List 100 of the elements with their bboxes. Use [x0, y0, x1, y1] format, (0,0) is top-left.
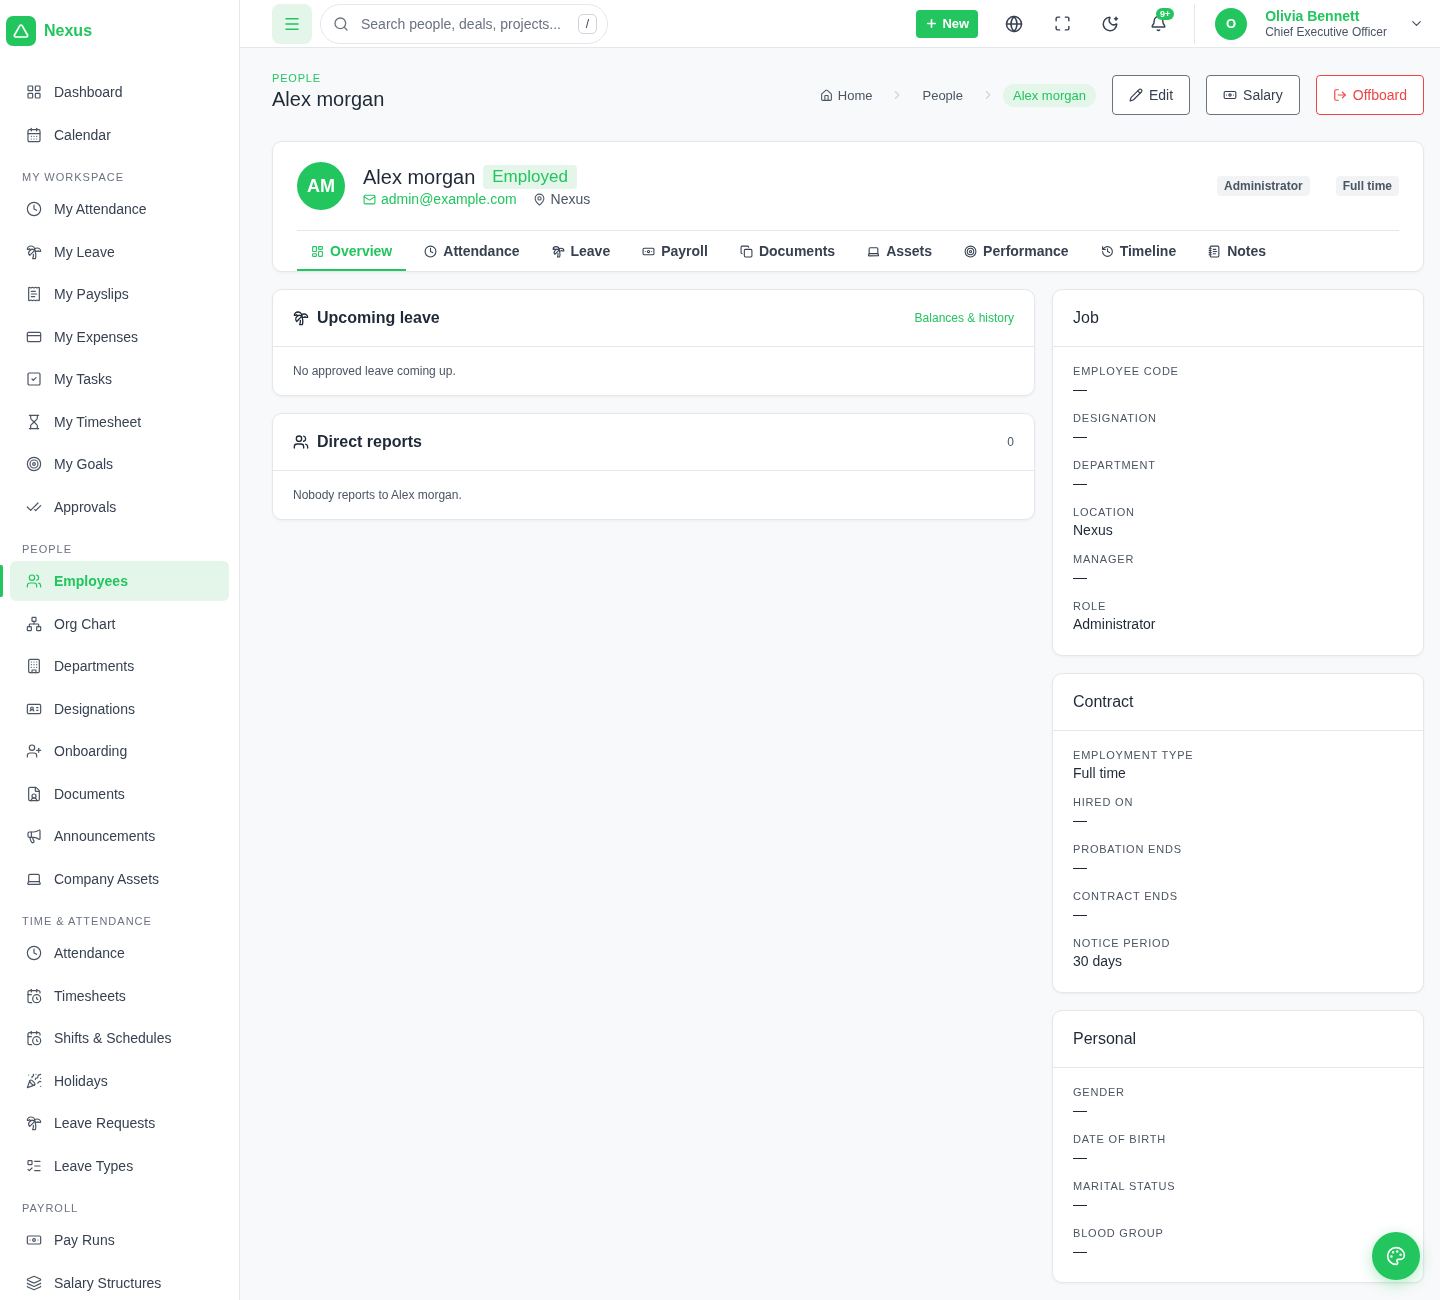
palm-tree-icon: [26, 1115, 42, 1131]
home-icon: [819, 88, 833, 102]
field-label: NOTICE PERIOD: [1073, 937, 1172, 949]
layers-icon: [26, 1274, 42, 1291]
sidebar-item[interactable]: Announcements: [10, 816, 229, 856]
sidebar-item[interactable]: Dashboard: [10, 72, 229, 112]
profile-tab[interactable]: Documents: [725, 231, 850, 271]
list-icon: [26, 1157, 42, 1174]
field-label: EMPLOYMENT TYPE: [1073, 749, 1195, 761]
sidebar-item[interactable]: My Payslips: [10, 274, 229, 314]
action-button[interactable]: Offboard: [1315, 75, 1424, 115]
field-value: Full time: [1073, 765, 1126, 781]
pencil-icon: [1128, 88, 1143, 102]
action-button[interactable]: Edit: [1111, 75, 1191, 115]
search-icon: [333, 15, 349, 32]
action-button[interactable]: Salary: [1206, 75, 1300, 115]
sidebar-item[interactable]: Onboarding: [10, 731, 229, 771]
profile-tag: Administrator: [1216, 176, 1310, 196]
profile-tab[interactable]: Leave: [537, 231, 625, 271]
clock-icon: [26, 201, 42, 217]
sidebar-item[interactable]: Timesheets: [10, 975, 229, 1016]
banknote-icon: [1223, 88, 1238, 102]
target-icon: [964, 244, 978, 258]
section-title: PAYROLL: [21, 1201, 80, 1216]
plus-icon: [925, 17, 939, 30]
sidebar-item[interactable]: Leave Requests: [10, 1103, 229, 1143]
user-avatar: O: [1215, 7, 1248, 40]
notebook-icon: [1208, 244, 1222, 258]
field-value: —: [1073, 1196, 1087, 1212]
receipt-icon: [26, 286, 42, 302]
sidebar-item[interactable]: My Leave: [10, 231, 229, 272]
exit-icon: [1332, 88, 1347, 102]
sidebar-item[interactable]: Salary Structures: [10, 1262, 229, 1300]
field-label: BLOOD GROUP: [1073, 1227, 1165, 1239]
history-icon: [1100, 244, 1114, 258]
profile-avatar: AM: [297, 162, 345, 210]
user-role: Chief Executive Officer: [1265, 23, 1387, 40]
sidebar-item[interactable]: Documents: [10, 773, 229, 814]
shortcut-key: /: [577, 13, 597, 34]
sidebar-item[interactable]: Holidays: [10, 1060, 229, 1101]
field-value: —: [1073, 1102, 1087, 1118]
users-icon: [293, 434, 309, 450]
field-label: DEPARTMENT: [1073, 459, 1157, 471]
sidebar-item[interactable]: Pay Runs: [10, 1220, 229, 1260]
sidebar-item[interactable]: Company Assets: [10, 858, 229, 899]
sidebar-item[interactable]: Shifts & Schedules: [10, 1018, 229, 1058]
palm-tree-icon: [551, 244, 565, 258]
mail-icon: [363, 192, 376, 206]
sidebar-item[interactable]: My Goals: [10, 444, 229, 484]
sidebar-item[interactable]: Departments: [10, 646, 229, 686]
profile-tab[interactable]: Payroll: [628, 231, 722, 271]
breadcrumb-link[interactable]: Home: [809, 83, 883, 107]
sidebar-item[interactable]: My Timesheet: [10, 401, 229, 442]
field-label: MARITAL STATUS: [1073, 1180, 1177, 1192]
bell-icon: [1149, 15, 1167, 32]
field-value: —: [1073, 812, 1087, 828]
empty-message: No approved leave coming up.: [292, 363, 457, 380]
breadcrumb-link[interactable]: People: [912, 83, 973, 107]
brand-name: Nexus: [44, 22, 93, 40]
section-title: TIME & ATTENDANCE: [21, 914, 153, 929]
calendar-clock-icon: [26, 1030, 42, 1046]
sidebar-item[interactable]: Attendance: [10, 933, 229, 973]
user-plus-icon: [26, 743, 42, 759]
profile-tab[interactable]: Performance: [950, 231, 1083, 271]
profile-tab[interactable]: Attendance: [410, 231, 534, 271]
card-title: Contract: [1073, 693, 1135, 711]
card-title: Personal: [1073, 1030, 1138, 1048]
field-value: —: [1073, 569, 1087, 585]
sidebar-item[interactable]: My Tasks: [10, 359, 229, 399]
users-icon: [26, 573, 42, 589]
logo-icon: [6, 16, 36, 46]
palm-tree-icon: [26, 243, 42, 260]
sidebar-item[interactable]: Designations: [10, 688, 229, 729]
sidebar-item[interactable]: Approvals: [10, 486, 229, 527]
profile-tag: Full time: [1335, 176, 1399, 196]
sidebar-item[interactable]: My Attendance: [10, 189, 229, 229]
sidebar-item[interactable]: Leave Types: [10, 1145, 229, 1186]
profile-tab[interactable]: Assets: [853, 231, 947, 271]
empty-message: Nobody reports to Alex morgan.: [292, 487, 463, 504]
field-value: —: [1073, 381, 1087, 397]
target-icon: [26, 456, 42, 472]
notification-badge: 9+: [1155, 7, 1175, 20]
hourglass-icon: [26, 413, 42, 430]
search-field[interactable]: Search people, deals, projects... /: [320, 3, 608, 44]
sidebar-item[interactable]: My Expenses: [10, 316, 229, 357]
location-text: Nexus: [532, 191, 591, 207]
profile-tab[interactable]: Timeline: [1086, 231, 1191, 271]
status-badge: Employed: [483, 165, 577, 189]
field-value: —: [1073, 906, 1087, 922]
sidebar-item[interactable]: Calendar: [10, 114, 229, 155]
field-value: —: [1073, 859, 1087, 875]
laptop-icon: [867, 244, 881, 258]
field-label: DATE OF BIRTH: [1073, 1133, 1168, 1145]
profile-tab[interactable]: Notes: [1194, 231, 1281, 271]
files-icon: [739, 244, 753, 258]
sidebar-item[interactable]: Org Chart: [10, 603, 229, 644]
palette-icon: [1386, 1246, 1406, 1266]
megaphone-icon: [26, 828, 42, 844]
card-title: Upcoming leave: [317, 309, 441, 327]
field-value: 30 days: [1073, 953, 1123, 969]
